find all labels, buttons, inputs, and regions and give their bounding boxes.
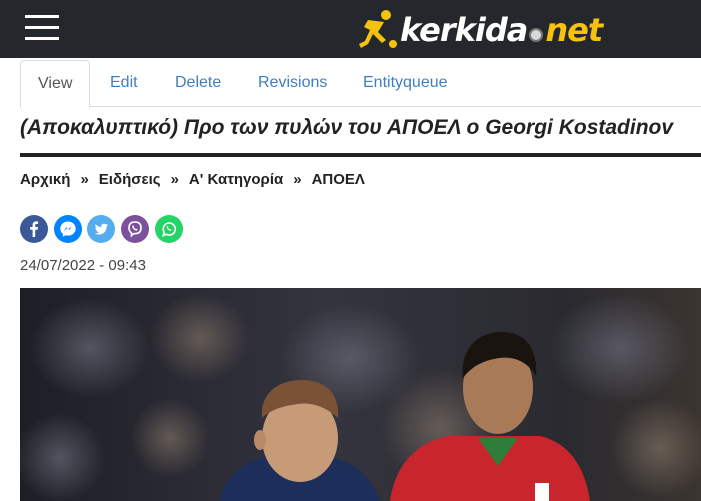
site-logo[interactable]: kerkida net [356,6,616,52]
breadcrumb: Αρχική » Ειδήσεις » Α' Κατηγορία » ΑΠΟΕΛ [20,171,365,188]
title-divider [20,153,701,157]
article-hero-image [20,288,701,501]
admin-tabs: View Edit Delete Revisions Entityqueue [20,60,701,108]
whatsapp-share-button[interactable] [155,215,183,243]
messenger-icon [60,221,76,237]
facebook-icon [30,221,39,237]
menu-icon-line [25,15,59,18]
breadcrumb-separator: » [80,171,89,188]
viber-share-button[interactable] [121,215,149,243]
breadcrumb-home[interactable]: Αρχική [20,171,70,188]
breadcrumb-separator: » [293,171,302,188]
top-bar: kerkida net [0,0,701,58]
ball-icon [529,28,544,42]
article-title: (Αποκαλυπτικό) Προ των πυλών του ΑΠΟΕΛ ο… [20,116,674,139]
menu-icon-line [25,37,59,40]
breadcrumb-news[interactable]: Ειδήσεις [99,171,161,188]
messenger-share-button[interactable] [54,215,82,243]
footballer-logo-icon [359,10,397,48]
football-players-photo [20,288,701,501]
facebook-share-button[interactable] [20,215,48,243]
tab-edit[interactable]: Edit [110,60,138,107]
menu-icon-line [25,26,59,29]
article-date: 24/07/2022 - 09:43 [20,257,146,274]
breadcrumb-category[interactable]: Α' Κατηγορία [189,171,283,188]
breadcrumb-separator: » [170,171,179,188]
tab-delete[interactable]: Delete [175,60,221,107]
tab-revisions[interactable]: Revisions [258,60,327,107]
twitter-share-button[interactable] [87,215,115,243]
twitter-icon [94,223,108,235]
tab-view[interactable]: View [20,60,91,108]
viber-icon [128,221,142,238]
logo-wordmark: kerkida net [400,11,603,49]
tab-entityqueue[interactable]: Entityqueue [363,60,448,107]
whatsapp-icon [161,222,177,237]
menu-icon[interactable] [25,15,59,41]
breadcrumb-team[interactable]: ΑΠΟΕΛ [312,171,365,188]
